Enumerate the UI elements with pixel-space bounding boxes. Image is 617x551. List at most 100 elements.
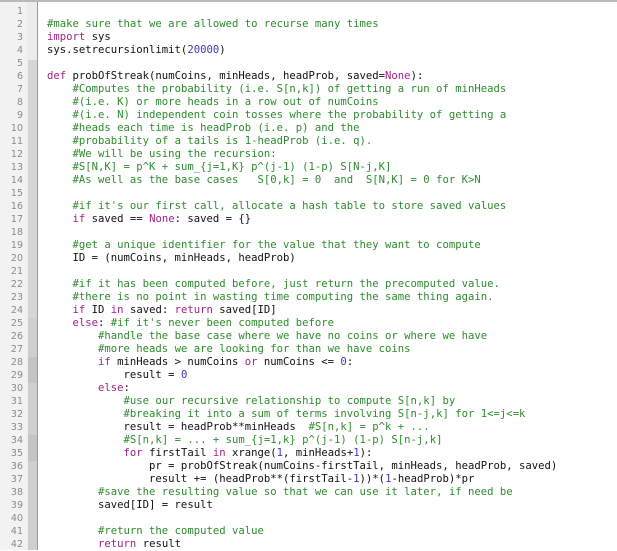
code-line[interactable]: 33 result = headProb**minHeads #S[n,k] =…	[0, 421, 617, 434]
code-line[interactable]: 4 sys.setrecursionlimit(20000)	[0, 44, 617, 57]
code-line[interactable]: 36 pr = probOfStreak(numCoins-firstTail,…	[0, 460, 617, 473]
code-text: #save the resulting value so that we can…	[47, 486, 513, 499]
code-line[interactable]: 1	[0, 5, 617, 18]
token-keyword: in	[110, 304, 124, 316]
line-number: 4	[16, 45, 23, 56]
code-line[interactable]: 29 result = 0	[0, 369, 617, 382]
line-number: 12	[10, 149, 23, 160]
token-keyword: if	[98, 356, 111, 368]
line-number: 26	[10, 331, 23, 342]
code-line[interactable]: 9 #(i.e. N) independent coin tosses wher…	[0, 109, 617, 122]
token-comment: #there is no point in wasting time compu…	[72, 291, 494, 303]
code-text: result = 0	[47, 369, 188, 382]
code-text: #heads each time is headProb (i.e. p) an…	[47, 122, 360, 135]
code-text: import sys	[47, 31, 111, 44]
token-plain: -headProb)*pr	[391, 473, 475, 485]
code-text: #get a unique identifier for the value t…	[47, 239, 481, 252]
token-keyword: else	[98, 382, 124, 394]
line-number: 24	[10, 305, 23, 316]
line-number: 18	[10, 227, 23, 238]
code-line[interactable]: 39 saved[ID] = result	[0, 499, 617, 512]
code-line[interactable]: 42 return result	[0, 538, 617, 551]
token-comment: #We will be using the recursion:	[72, 148, 277, 160]
line-number: 20	[10, 253, 23, 264]
code-line[interactable]: 34 #S[n,k] = ... + sum_{j=1,k} p^(j-1) (…	[0, 434, 617, 447]
token-comment: #As well as the base cases S[0,k] = 0 an…	[72, 174, 481, 186]
code-text: pr = probOfStreak(numCoins-firstTail, mi…	[47, 460, 557, 473]
code-line[interactable]: 15	[0, 187, 617, 200]
code-line[interactable]: 7 #Computes the probability (i.e. S[n,k]…	[0, 83, 617, 96]
code-line[interactable]: 19 #get a unique identifier for the valu…	[0, 239, 617, 252]
line-number: 15	[10, 188, 23, 199]
line-number: 29	[10, 370, 23, 381]
token-plain: ):	[410, 70, 424, 82]
line-number: 40	[10, 513, 23, 524]
code-line[interactable]: 21	[0, 265, 617, 278]
token-plain: ))*(	[359, 473, 386, 485]
code-line[interactable]: 30 else:	[0, 382, 617, 395]
code-text: #S[N,K] = p^K + sum_{j=1,K} p^(j-1) (1-p…	[47, 161, 392, 174]
code-line[interactable]: 10 #heads each time is headProb (i.e. p)…	[0, 122, 617, 135]
code-line[interactable]: 16 #if it's our first call, allocate a h…	[0, 200, 617, 213]
code-text: #make sure that we are allowed to recurs…	[47, 18, 379, 31]
code-line[interactable]: 23 #there is no point in wasting time co…	[0, 291, 617, 304]
line-number: 9	[16, 110, 23, 121]
code-line[interactable]: 17 if saved == None: saved = {}	[0, 213, 617, 226]
code-line[interactable]: 35 for firstTail in xrange(1, minHeads+1…	[0, 447, 617, 460]
code-line[interactable]: 6 def probOfStreak(numCoins, minHeads, he…	[0, 70, 617, 83]
code-line[interactable]: 12 #We will be using the recursion:	[0, 148, 617, 161]
code-text: #(i.e. K) or more heads in a row out of …	[47, 96, 379, 109]
line-number: 36	[10, 461, 23, 472]
code-line[interactable]: 37 result += (headProb**(firstTail-1))*(…	[0, 473, 617, 486]
code-text: #use our recursive relationship to compu…	[47, 395, 456, 408]
code-line[interactable]: 27 #more heads we are looking for than w…	[0, 343, 617, 356]
code-line[interactable]: 8 #(i.e. K) or more heads in a row out o…	[0, 96, 617, 109]
code-line[interactable]: 18	[0, 226, 617, 239]
token-plain: : saved = {}	[174, 213, 252, 225]
token-keyword: None	[149, 213, 175, 225]
token-comment: #S[n,k] = ... + sum_{j=1,k} p^(j-1) (1-p…	[123, 434, 443, 446]
token-plain: result	[136, 538, 181, 550]
code-text: #S[n,k] = ... + sum_{j=1,k} p^(j-1) (1-p…	[47, 434, 443, 447]
line-number: 41	[10, 526, 23, 537]
code-text: result = headProb**minHeads #S[n,k] = p^…	[47, 421, 430, 434]
code-line[interactable]: 2 #make sure that we are allowed to recur…	[0, 18, 617, 31]
code-line[interactable]: 13 #S[N,K] = p^K + sum_{j=1,K} p^(j-1) (…	[0, 161, 617, 174]
code-text: sys.setrecursionlimit(20000)	[47, 44, 226, 57]
code-line[interactable]: 24 if ID in saved: return saved[ID]	[0, 304, 617, 317]
code-line[interactable]: 14 #As well as the base cases S[0,k] = 0…	[0, 174, 617, 187]
code-line[interactable]: 22 #if it has been computed before, just…	[0, 278, 617, 291]
code-line[interactable]: 41 #return the computed value	[0, 525, 617, 538]
token-keyword: else	[72, 317, 99, 329]
token-keyword: if	[72, 304, 86, 316]
code-line[interactable]: 32 #breaking it into a sum of terms invo…	[0, 408, 617, 421]
code-line[interactable]: 31 #use our recursive relationship to co…	[0, 395, 617, 408]
token-keyword: for	[123, 447, 143, 459]
token-comment: #more heads we are looking for than we h…	[98, 343, 411, 355]
line-number: 11	[10, 136, 23, 147]
code-line[interactable]: 25 else: #if it's never been computed be…	[0, 317, 617, 330]
code-line[interactable]: 38 #save the resulting value so that we …	[0, 486, 617, 499]
code-editor[interactable]: 1 2 #make sure that we are allowed to recu…	[0, 5, 617, 551]
code-line[interactable]: 20 ID = (numCoins, minHeads, headProb)	[0, 252, 617, 265]
code-line[interactable]: 11 #probability of a tails is 1-headProb…	[0, 135, 617, 148]
token-comment: #S[N,K] = p^K + sum_{j=1,K} p^(j-1) (1-p…	[72, 161, 392, 173]
code-line[interactable]: 26 #handle the base case where we have n…	[0, 330, 617, 343]
code-line[interactable]: 28 if minHeads > numCoins or numCoins <=…	[0, 356, 617, 369]
code-line[interactable]: 5	[0, 57, 617, 70]
code-line[interactable]: 3 import sys	[0, 31, 617, 44]
token-plain: minHeads > numCoins	[110, 356, 245, 368]
token-plain: saved ==	[85, 213, 150, 225]
line-number: 28	[10, 357, 23, 368]
token-keyword: None	[385, 70, 411, 82]
token-keyword: import	[47, 31, 86, 43]
code-line[interactable]: 40	[0, 512, 617, 525]
code-text: #more heads we are looking for than we h…	[47, 343, 411, 356]
token-comment: #make sure that we are allowed to recurs…	[47, 18, 379, 30]
